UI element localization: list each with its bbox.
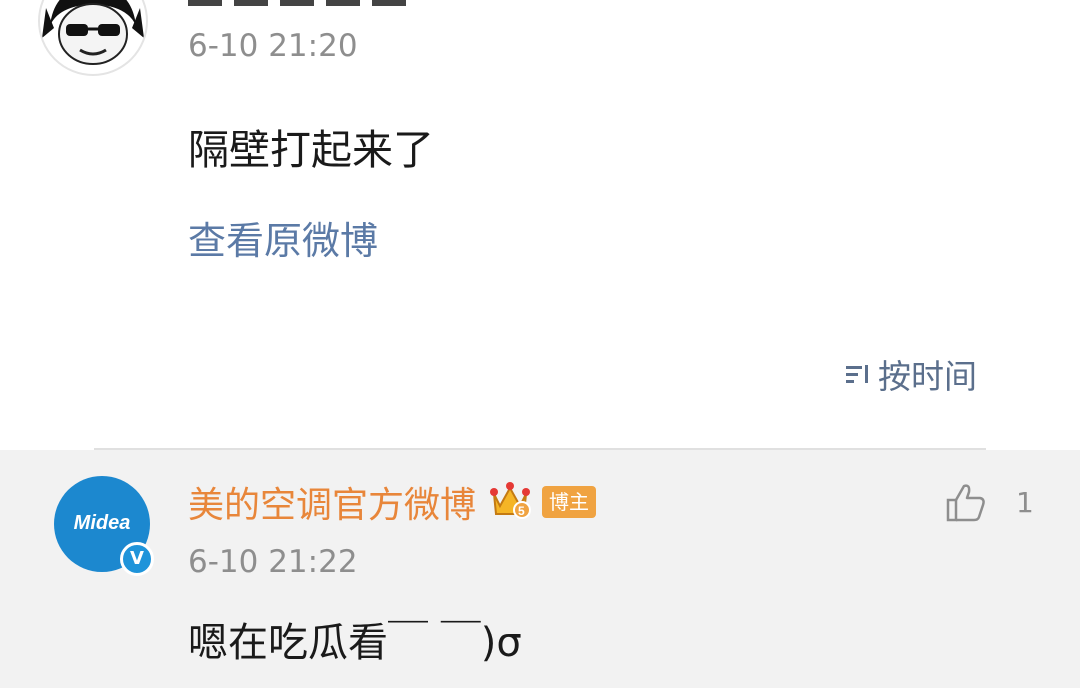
sort-lines-icon bbox=[846, 365, 868, 383]
verified-badge-icon: V bbox=[120, 542, 154, 576]
reply-section: Midea V 美的空调官方微博 5 博主 1 6-10 21:22 嗯在吃瓜看… bbox=[0, 450, 1080, 688]
sort-label: 按时间 bbox=[878, 357, 977, 396]
comment-time: 6-10 21:20 bbox=[188, 28, 358, 64]
reply-time: 6-10 21:22 bbox=[188, 544, 358, 580]
like-button[interactable]: 1 bbox=[944, 480, 1034, 524]
reply-text: 嗯在吃瓜看￣ ￣)σ bbox=[188, 620, 522, 666]
commenter-avatar[interactable] bbox=[38, 0, 148, 76]
sort-by-time-button[interactable]: 按时间 bbox=[846, 352, 977, 396]
like-count: 1 bbox=[1016, 485, 1034, 519]
blogger-tag: 博主 bbox=[542, 486, 597, 518]
crown-member-icon: 5 bbox=[488, 480, 532, 524]
commenter-name-cropped bbox=[188, 0, 428, 19]
thumbs-up-icon bbox=[946, 484, 985, 522]
midea-logo-text: Midea bbox=[73, 512, 131, 534]
comment-text: 隔壁打起来了 bbox=[188, 126, 434, 174]
original-comment-section: 6-10 21:20 隔壁打起来了 查看原微博 按时间 bbox=[0, 0, 1080, 448]
reply-header: 美的空调官方微博 5 博主 bbox=[188, 476, 597, 528]
view-original-weibo-link[interactable]: 查看原微博 bbox=[188, 210, 378, 265]
svg-text:5: 5 bbox=[518, 504, 525, 518]
midea-avatar[interactable]: Midea V bbox=[54, 476, 154, 576]
reply-author-name[interactable]: 美的空调官方微博 bbox=[188, 476, 476, 528]
